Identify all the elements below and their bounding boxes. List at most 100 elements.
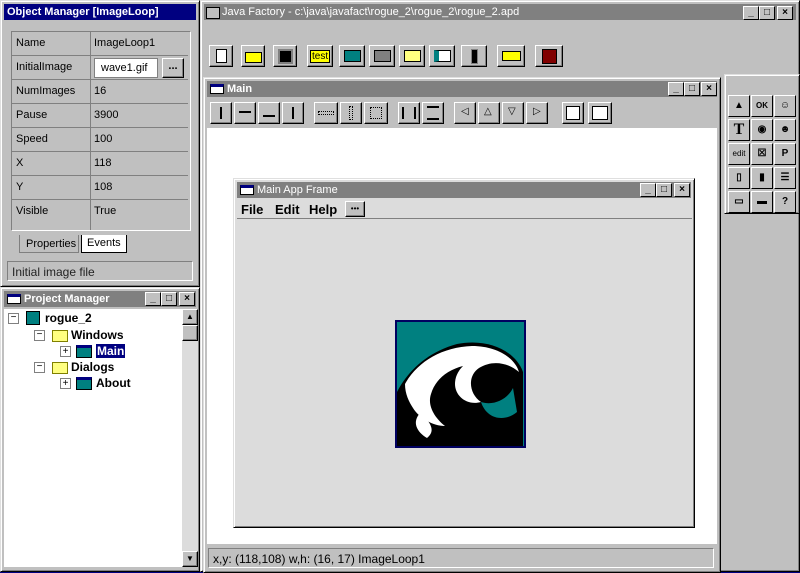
- panel-tool[interactable]: P: [774, 143, 796, 165]
- edit-tool[interactable]: edit: [728, 143, 750, 165]
- collapse-icon[interactable]: −: [34, 330, 45, 341]
- property-row-name[interactable]: Name ImageLoop1: [12, 32, 188, 56]
- minimize-button[interactable]: _: [668, 82, 684, 96]
- property-row-speed[interactable]: Speed 100: [12, 128, 188, 152]
- maximize-button[interactable]: □: [759, 6, 775, 20]
- close-button[interactable]: ×: [701, 82, 717, 96]
- copy-button[interactable]: [399, 45, 425, 67]
- checkbox-tool[interactable]: ☒: [751, 143, 773, 165]
- same-width-button[interactable]: [398, 102, 420, 124]
- tree-item-dialogs[interactable]: Dialogs: [71, 360, 114, 374]
- expand-icon[interactable]: +: [60, 378, 71, 389]
- test-button[interactable]: test: [307, 45, 333, 67]
- tab-properties[interactable]: Properties: [19, 235, 79, 253]
- property-row-pause[interactable]: Pause 3900: [12, 104, 188, 128]
- nudge-left-button[interactable]: ◁: [454, 102, 476, 124]
- text-tool[interactable]: T: [728, 119, 750, 141]
- maximize-button[interactable]: □: [161, 292, 177, 306]
- tree-item-main[interactable]: Main: [96, 344, 126, 358]
- layout-button[interactable]: [429, 45, 455, 67]
- help-tool[interactable]: ?: [774, 191, 796, 213]
- browse-button[interactable]: ...: [162, 58, 184, 78]
- object-manager-title: Object Manager [ImageLoop]: [4, 4, 196, 20]
- expand-icon[interactable]: +: [60, 346, 71, 357]
- nudge-down-button[interactable]: ▽: [502, 102, 524, 124]
- close-button[interactable]: ×: [674, 183, 690, 197]
- initialimage-input[interactable]: wave1.gif: [94, 58, 158, 78]
- property-row-visible[interactable]: Visible True: [12, 200, 188, 224]
- property-y-value: 108: [94, 181, 113, 193]
- property-numimages-label: NumImages: [16, 85, 76, 97]
- center-button[interactable]: [364, 102, 388, 124]
- property-speed-label: Speed: [16, 133, 48, 145]
- connect-button[interactable]: [497, 45, 525, 67]
- open-file-button[interactable]: [241, 45, 265, 67]
- tree-item-windows[interactable]: Windows: [71, 328, 124, 342]
- maximize-button[interactable]: □: [656, 183, 672, 197]
- close-button[interactable]: ×: [777, 6, 793, 20]
- list-tool[interactable]: ☰: [774, 167, 796, 189]
- save-button[interactable]: [273, 45, 297, 67]
- deploy-button[interactable]: [339, 45, 365, 67]
- menu-help[interactable]: Help: [309, 202, 337, 217]
- more-menu-button[interactable]: •••: [345, 201, 365, 217]
- scroll-thumb[interactable]: [182, 325, 198, 341]
- vertical-scrollbar[interactable]: ▲ ▼: [182, 309, 198, 567]
- align-right-button[interactable]: [282, 102, 304, 124]
- property-description-text: Initial image file: [12, 265, 95, 279]
- tab-order-button[interactable]: [562, 102, 584, 124]
- minimize-button[interactable]: _: [145, 292, 161, 306]
- nudge-up-button[interactable]: △: [478, 102, 500, 124]
- wave-image: [397, 322, 524, 446]
- menu-edit[interactable]: Edit: [275, 202, 300, 217]
- menu-file[interactable]: File: [241, 202, 263, 217]
- minimize-button[interactable]: _: [640, 183, 656, 197]
- collapse-icon[interactable]: −: [8, 313, 19, 324]
- app-frame-window[interactable]: Main App Frame _ □ × File Edit Help •••: [233, 178, 695, 528]
- space-horizontal-button[interactable]: [314, 102, 338, 124]
- tab-properties-label: Properties: [26, 238, 77, 250]
- status-bar: x,y: (118,108) w,h: (16, 17) ImageLoop1: [208, 548, 714, 568]
- frame-icon: ▯: [736, 172, 742, 183]
- same-height-button[interactable]: [422, 102, 444, 124]
- align-top-button[interactable]: [234, 102, 256, 124]
- imageloop-component[interactable]: [395, 320, 526, 448]
- minimize-button[interactable]: _: [743, 6, 759, 20]
- window-tool[interactable]: ▭: [728, 191, 750, 213]
- property-row-y[interactable]: Y 108: [12, 176, 188, 200]
- tree-root-rogue[interactable]: rogue_2: [45, 311, 92, 325]
- imageloop-tool[interactable]: ☻: [774, 119, 796, 141]
- ok-button-tool[interactable]: OK: [751, 95, 773, 117]
- close-button[interactable]: ×: [179, 292, 195, 306]
- scroll-down-button[interactable]: ▼: [182, 551, 198, 567]
- tree-item-about[interactable]: About: [96, 376, 131, 390]
- align-bottom-button[interactable]: [258, 102, 280, 124]
- tab-events[interactable]: Events: [81, 235, 127, 253]
- space-vertical-button[interactable]: [340, 102, 362, 124]
- scrollbar-tool[interactable]: ▮: [751, 167, 773, 189]
- text-tool-label: T: [733, 121, 745, 138]
- run-button[interactable]: [461, 45, 487, 67]
- smiley-icon: ☺: [779, 100, 791, 111]
- maximize-button[interactable]: □: [684, 82, 700, 96]
- property-row-initialimage[interactable]: InitialImage wave1.gif ...: [12, 56, 188, 80]
- frame-tool[interactable]: ▯: [728, 167, 750, 189]
- property-row-x[interactable]: X 118: [12, 152, 188, 176]
- align-left-button[interactable]: [210, 102, 232, 124]
- property-row-numimages[interactable]: NumImages 16: [12, 80, 188, 104]
- tab-order-icon: [566, 106, 580, 120]
- properties-view-button[interactable]: [588, 102, 612, 124]
- new-file-icon: [216, 49, 227, 63]
- new-file-button[interactable]: [209, 45, 233, 67]
- select-tool[interactable]: ▲: [728, 95, 750, 117]
- save-icon: [278, 49, 293, 64]
- hscroll-tool[interactable]: ▬: [751, 191, 773, 213]
- nudge-right-button[interactable]: ▷: [526, 102, 548, 124]
- help-book-button[interactable]: [535, 45, 563, 67]
- build-button[interactable]: [369, 45, 395, 67]
- collapse-icon[interactable]: −: [34, 362, 45, 373]
- scroll-up-button[interactable]: ▲: [182, 309, 198, 325]
- arrow-down-icon: ▽: [508, 106, 516, 117]
- radio-tool[interactable]: ◉: [751, 119, 773, 141]
- animation-tool[interactable]: ☺: [774, 95, 796, 117]
